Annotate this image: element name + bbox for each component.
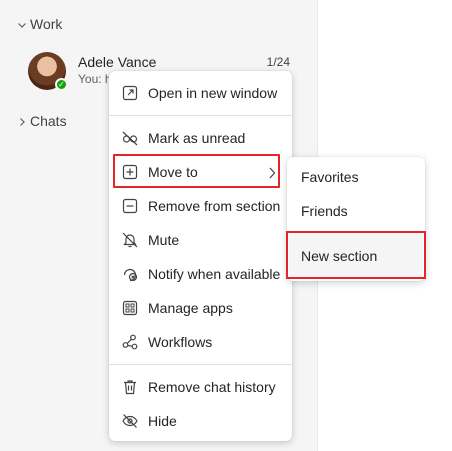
- open-window-icon: [121, 84, 139, 102]
- menu-item-label: Workflows: [148, 334, 213, 350]
- section-work-label: Work: [30, 16, 63, 32]
- bell-off-icon: [121, 231, 139, 249]
- chevron-down-icon: [16, 18, 28, 30]
- section-work-header[interactable]: Work: [16, 16, 62, 32]
- hide-icon: [121, 412, 139, 430]
- eye-off-icon: [121, 129, 139, 147]
- menu-item-label: Remove chat history: [148, 379, 276, 395]
- move-to-highlight-box: [113, 154, 280, 188]
- notify-icon: [121, 265, 139, 283]
- section-chats-label: Chats: [30, 113, 67, 129]
- menu-item-workflows[interactable]: Workflows: [109, 325, 292, 359]
- section-chats-header[interactable]: Chats: [16, 113, 67, 129]
- submenu-item-favorites[interactable]: Favorites: [301, 169, 359, 185]
- context-menu: Open in new window Mark as unread Move t…: [109, 71, 292, 441]
- menu-item-notify-available[interactable]: Notify when available: [109, 257, 292, 291]
- menu-item-hide[interactable]: Hide: [109, 404, 292, 438]
- chevron-right-icon: [16, 115, 28, 127]
- menu-item-mute[interactable]: Mute: [109, 223, 292, 257]
- menu-item-manage-apps[interactable]: Manage apps: [109, 291, 292, 325]
- menu-item-label: Manage apps: [148, 300, 233, 316]
- menu-divider: [109, 115, 292, 116]
- menu-item-label: Notify when available: [148, 266, 281, 282]
- menu-item-remove-chat-history[interactable]: Remove chat history: [109, 370, 292, 404]
- menu-item-open-new-window[interactable]: Open in new window: [109, 76, 292, 110]
- menu-item-remove-from-section[interactable]: Remove from section: [109, 189, 292, 223]
- chat-name: Adele Vance: [78, 54, 157, 70]
- menu-item-label: Open in new window: [148, 85, 278, 101]
- minus-square-icon: [121, 197, 139, 215]
- workflows-icon: [121, 333, 139, 351]
- apps-grid-icon: [121, 299, 139, 317]
- menu-item-label: Mute: [148, 232, 180, 248]
- submenu-item-friends[interactable]: Friends: [301, 203, 348, 219]
- trash-icon: [121, 378, 139, 396]
- chat-preview: You: h: [78, 72, 112, 86]
- menu-divider: [109, 364, 292, 365]
- menu-item-mark-unread[interactable]: Mark as unread: [109, 121, 292, 155]
- menu-item-label: Hide: [148, 413, 177, 429]
- menu-item-label: Mark as unread: [148, 130, 246, 146]
- chat-timestamp: 1/24: [266, 55, 290, 69]
- new-section-highlight-box: [286, 231, 426, 279]
- presence-available-icon: ✓: [55, 78, 68, 91]
- menu-item-label: Remove from section: [148, 198, 281, 214]
